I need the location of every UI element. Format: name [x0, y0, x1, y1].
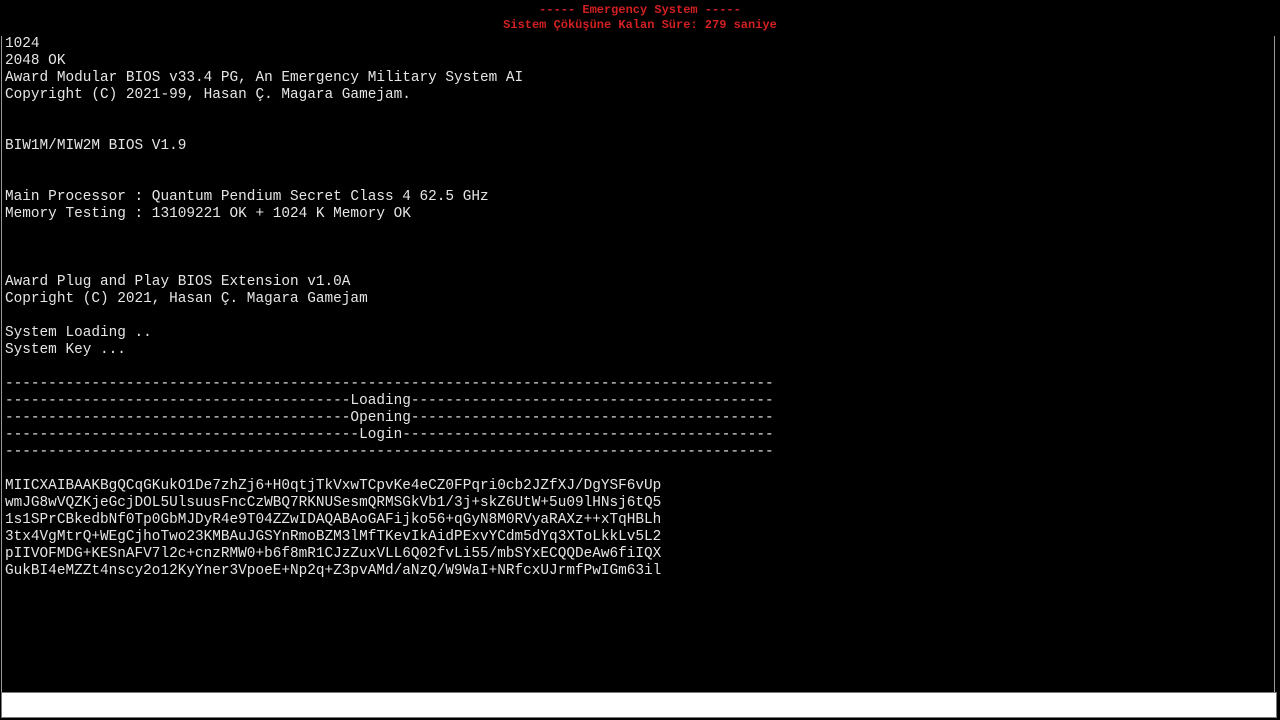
- terminal-line: System Key ...: [5, 342, 126, 358]
- terminal-line: Main Processor : Quantum Pendium Secret …: [5, 189, 489, 205]
- terminal-line: ----------------------------------------…: [5, 410, 774, 426]
- terminal-line: 1024: [5, 36, 40, 52]
- terminal-line: wmJG8wVQZKjeGcjDOL5UlsuusFncCzWBQ7RKNUSe…: [5, 495, 662, 511]
- header-title: ----- Emergency System -----: [539, 3, 741, 17]
- bios-terminal-screen: ----- Emergency System ----- Sistem Çökü…: [0, 0, 1280, 720]
- terminal-line: Memory Testing : 13109221 OK + 1024 K Me…: [5, 206, 411, 222]
- terminal-line: MIICXAIBAAKBgQCqGKukO1De7zhZj6+H0qtjTkVx…: [5, 478, 662, 494]
- terminal-line: pIIVOFMDG+KESnAFV7l2c+cnzRMW0+b6f8mR1CJz…: [5, 546, 662, 562]
- terminal-line: Award Modular BIOS v33.4 PG, An Emergenc…: [5, 70, 524, 86]
- terminal-line: System Loading ..: [5, 325, 152, 341]
- terminal-line: Copyright (C) 2021-99, Hasan Ç. Magara G…: [5, 87, 411, 103]
- terminal-line: ----------------------------------------…: [5, 376, 774, 392]
- terminal-line: BIW1M/MIW2M BIOS V1.9: [5, 138, 187, 154]
- terminal-line: 3tx4VgMtrQ+WEgCjhoTwo23KMBAuJGSYnRmoBZM3…: [5, 529, 662, 545]
- terminal-line: ----------------------------------------…: [5, 427, 774, 443]
- command-input[interactable]: [2, 693, 1276, 717]
- command-input-bar[interactable]: [1, 692, 1277, 718]
- terminal-line: ----------------------------------------…: [5, 393, 774, 409]
- terminal-line: Copright (C) 2021, Hasan Ç. Magara Gamej…: [5, 291, 368, 307]
- terminal-line: ----------------------------------------…: [5, 444, 774, 460]
- terminal-edge: [1275, 36, 1280, 692]
- terminal-line: 1s1SPrCBkedbNf0Tp0GbMJDyR4e9T04ZZwIDAQAB…: [5, 512, 662, 528]
- terminal-line: Award Plug and Play BIOS Extension v1.0A: [5, 274, 351, 290]
- terminal-output: 1024 2048 OK Award Modular BIOS v33.4 PG, …: [1, 36, 1275, 692]
- countdown-timer: Sistem Çöküşüne Kalan Süre: 279 saniye: [503, 18, 777, 32]
- terminal-line: GukBI4eMZZt4nscy2o12KyYner3VpoeE+Np2q+Z3…: [5, 563, 662, 579]
- terminal-line: 2048 OK: [5, 53, 66, 69]
- emergency-header: ----- Emergency System ----- Sistem Çökü…: [0, 3, 1280, 33]
